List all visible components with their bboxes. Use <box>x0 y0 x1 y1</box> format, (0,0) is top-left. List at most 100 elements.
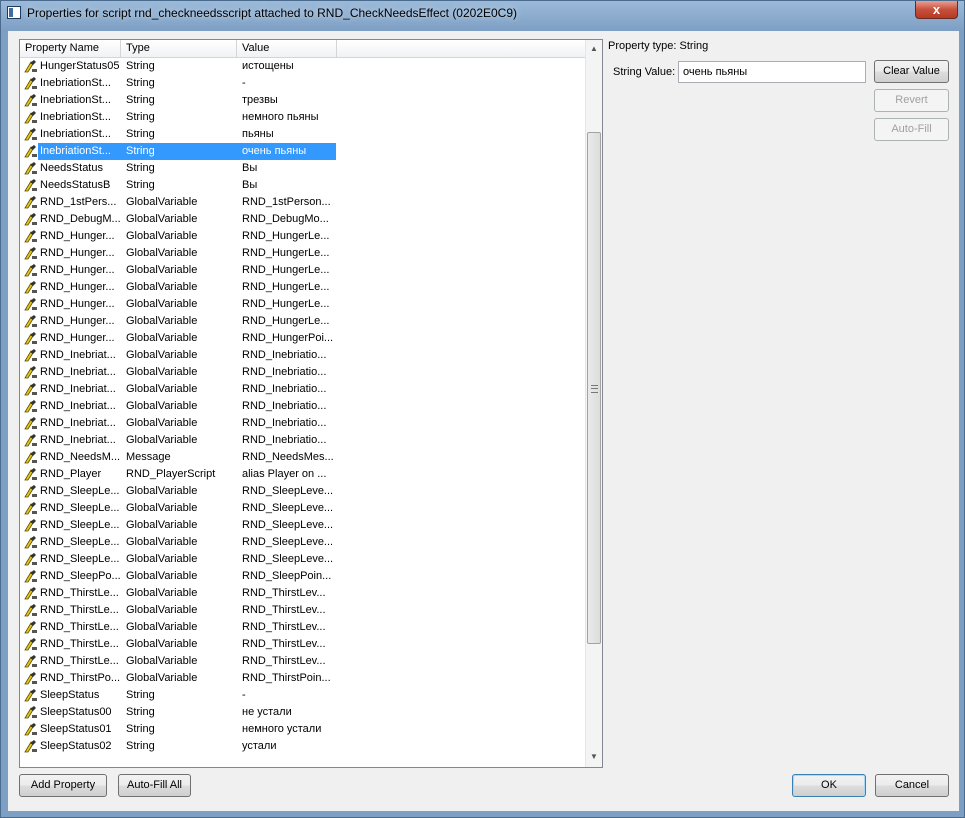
property-type-cell: GlobalVariable <box>126 366 198 378</box>
close-button[interactable]: x <box>915 1 958 19</box>
vertical-scrollbar[interactable]: ▲ ▼ <box>585 40 602 767</box>
auto-fill-button[interactable]: Auto-Fill <box>874 118 949 141</box>
revert-button[interactable]: Revert <box>874 89 949 112</box>
script-property-icon <box>24 196 38 209</box>
table-row[interactable]: RND_Hunger... GlobalVariable RND_HungerLe.… <box>20 279 585 296</box>
property-value-cell: немного устали <box>242 723 322 735</box>
property-type-label: Property type: String <box>608 40 709 52</box>
table-row[interactable]: RND_ThirstLe... GlobalVariable RND_ThirstL… <box>20 619 585 636</box>
table-row[interactable]: RND_Hunger... GlobalVariable RND_HungerLe.… <box>20 296 585 313</box>
property-name-cell: RND_Inebriat... <box>40 400 116 412</box>
property-name-cell: RND_Inebriat... <box>40 349 116 361</box>
property-name-cell: InebriationSt... <box>40 94 111 106</box>
property-list[interactable]: Property Name Type Value HungerStatus05 S… <box>19 39 603 768</box>
table-row[interactable]: RND_1stPers... GlobalVariable RND_1stPerso… <box>20 194 585 211</box>
table-row[interactable]: SleepStatus String - <box>20 687 585 704</box>
property-name-cell: RND_SleepLe... <box>40 485 120 497</box>
table-row[interactable]: RND_DebugM... GlobalVariable RND_DebugMo..… <box>20 211 585 228</box>
script-property-icon <box>24 128 38 141</box>
table-row[interactable]: RND_ThirstLe... GlobalVariable RND_ThirstL… <box>20 653 585 670</box>
table-row[interactable]: RND_SleepLe... GlobalVariable RND_SleepLev… <box>20 483 585 500</box>
table-row[interactable]: RND_ThirstLe... GlobalVariable RND_ThirstL… <box>20 585 585 602</box>
property-value-cell: RND_SleepPoin... <box>242 570 332 582</box>
script-property-icon <box>24 281 38 294</box>
column-header-value[interactable]: Value <box>237 40 337 57</box>
property-type-cell: GlobalVariable <box>126 213 198 225</box>
table-row[interactable]: RND_Inebriat... GlobalVariable RND_Inebria… <box>20 398 585 415</box>
column-header-type[interactable]: Type <box>121 40 237 57</box>
property-name-cell: InebriationSt... <box>40 111 111 123</box>
property-type-cell: String <box>126 145 155 157</box>
property-value-cell: очень пьяны <box>242 145 307 157</box>
ok-button[interactable]: OK <box>792 774 866 797</box>
property-name-cell: RND_1stPers... <box>40 196 117 208</box>
script-property-icon <box>24 672 38 685</box>
table-row[interactable]: RND_ThirstLe... GlobalVariable RND_ThirstL… <box>20 602 585 619</box>
script-property-icon <box>24 553 38 566</box>
property-name-cell: RND_SleepLe... <box>40 553 120 565</box>
table-row[interactable]: RND_ThirstPo... GlobalVariable RND_ThirstP… <box>20 670 585 687</box>
table-row[interactable]: HungerStatus05 String истощены <box>20 58 585 75</box>
table-row[interactable]: SleepStatus00 String не устали <box>20 704 585 721</box>
cancel-button[interactable]: Cancel <box>875 774 949 797</box>
table-row[interactable]: RND_Player RND_PlayerScript alias Player o… <box>20 466 585 483</box>
table-row[interactable]: RND_SleepLe... GlobalVariable RND_SleepLev… <box>20 551 585 568</box>
script-property-icon <box>24 77 38 90</box>
title-bar[interactable]: Properties for script rnd_checkneedsscri… <box>1 1 964 25</box>
table-row[interactable]: InebriationSt... String - <box>20 75 585 92</box>
table-row[interactable]: RND_Hunger... GlobalVariable RND_HungerLe.… <box>20 228 585 245</box>
table-row[interactable]: RND_Hunger... GlobalVariable RND_HungerPoi… <box>20 330 585 347</box>
table-row[interactable]: InebriationSt... String трезвы <box>20 92 585 109</box>
property-value-cell: RND_ThirstLev... <box>242 638 326 650</box>
property-value-cell: RND_DebugMo... <box>242 213 329 225</box>
table-row[interactable]: RND_Inebriat... GlobalVariable RND_Inebria… <box>20 432 585 449</box>
script-property-icon <box>24 723 38 736</box>
table-row[interactable]: RND_Inebriat... GlobalVariable RND_Inebria… <box>20 415 585 432</box>
property-type-cell: GlobalVariable <box>126 621 198 633</box>
script-property-icon <box>24 417 38 430</box>
table-row[interactable]: RND_Inebriat... GlobalVariable RND_Inebria… <box>20 347 585 364</box>
property-name-cell: NeedsStatusB <box>40 179 111 191</box>
property-name-cell: RND_SleepPo... <box>40 570 120 582</box>
table-row[interactable]: NeedsStatusB String Вы <box>20 177 585 194</box>
table-row[interactable]: RND_SleepLe... GlobalVariable RND_SleepLev… <box>20 534 585 551</box>
property-type-cell: GlobalVariable <box>126 553 198 565</box>
auto-fill-all-button[interactable]: Auto-Fill All <box>118 774 191 797</box>
table-row[interactable]: NeedsStatus String Вы <box>20 160 585 177</box>
window-app-icon <box>7 6 21 19</box>
script-property-icon <box>24 400 38 413</box>
property-type-cell: GlobalVariable <box>126 604 198 616</box>
table-row[interactable]: SleepStatus02 String устали <box>20 738 585 755</box>
table-row[interactable]: RND_NeedsM... Message RND_NeedsMes... <box>20 449 585 466</box>
table-row[interactable]: RND_Hunger... GlobalVariable RND_HungerLe.… <box>20 245 585 262</box>
table-row[interactable]: RND_Hunger... GlobalVariable RND_HungerLe.… <box>20 313 585 330</box>
property-type-cell: String <box>126 740 155 752</box>
string-value-input[interactable]: очень пьяны <box>678 61 866 83</box>
table-row[interactable]: RND_ThirstLe... GlobalVariable RND_ThirstL… <box>20 636 585 653</box>
add-property-button[interactable]: Add Property <box>19 774 107 797</box>
table-row[interactable]: RND_Hunger... GlobalVariable RND_HungerLe.… <box>20 262 585 279</box>
table-row[interactable]: InebriationSt... String пьяны <box>20 126 585 143</box>
table-row[interactable]: RND_Inebriat... GlobalVariable RND_Inebria… <box>20 364 585 381</box>
clear-value-button[interactable]: Clear Value <box>874 60 949 83</box>
table-row[interactable]: RND_SleepLe... GlobalVariable RND_SleepLev… <box>20 500 585 517</box>
scroll-thumb[interactable] <box>587 132 601 644</box>
table-row[interactable]: SleepStatus01 String немного устали <box>20 721 585 738</box>
table-row[interactable]: RND_SleepLe... GlobalVariable RND_SleepLev… <box>20 517 585 534</box>
property-value-cell: RND_SleepLeve... <box>242 536 334 548</box>
property-name-cell: RND_Hunger... <box>40 281 115 293</box>
property-type-cell: GlobalVariable <box>126 417 198 429</box>
table-row[interactable]: RND_SleepPo... GlobalVariable RND_SleepPoi… <box>20 568 585 585</box>
column-header-property-name[interactable]: Property Name <box>20 40 121 57</box>
table-row[interactable]: RND_Inebriat... GlobalVariable RND_Inebria… <box>20 381 585 398</box>
property-name-cell: RND_NeedsM... <box>40 451 120 463</box>
string-value-label: String Value: <box>613 66 676 78</box>
property-type-cell: GlobalVariable <box>126 281 198 293</box>
property-name-cell: InebriationSt... <box>40 145 111 157</box>
property-value-cell: не устали <box>242 706 292 718</box>
table-row[interactable]: InebriationSt... String очень пьяны <box>20 143 585 160</box>
property-value-cell: RND_SleepLeve... <box>242 485 334 497</box>
scroll-down-arrow-icon[interactable]: ▼ <box>586 748 602 765</box>
scroll-up-arrow-icon[interactable]: ▲ <box>586 40 602 57</box>
table-row[interactable]: InebriationSt... String немного пьяны <box>20 109 585 126</box>
